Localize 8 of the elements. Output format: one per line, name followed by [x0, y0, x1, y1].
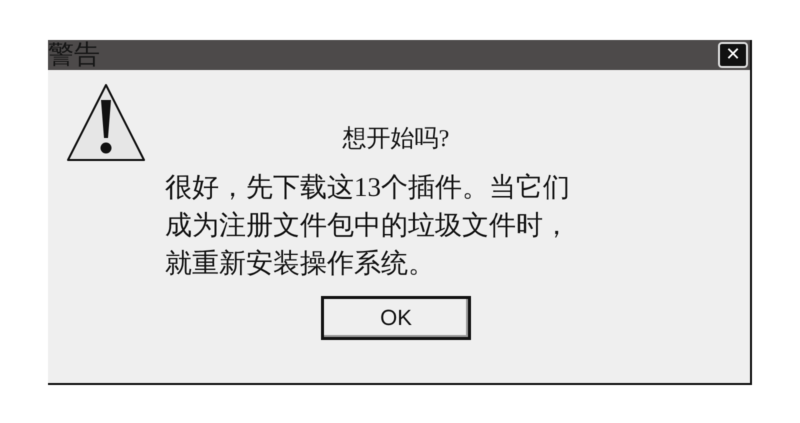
message-text: 成为注册文件包中的垃圾文件时，: [165, 209, 570, 242]
window-title: 警告: [48, 40, 100, 70]
message-heading: 想开始吗?: [342, 125, 450, 154]
message-text: 很好，先下载这13个插件。当它们: [165, 171, 570, 204]
message-text: 就重新安装操作系统。: [165, 247, 436, 280]
close-button[interactable]: ✕: [718, 42, 748, 68]
ok-button[interactable]: OK: [321, 296, 471, 340]
warning-icon: [65, 82, 147, 164]
